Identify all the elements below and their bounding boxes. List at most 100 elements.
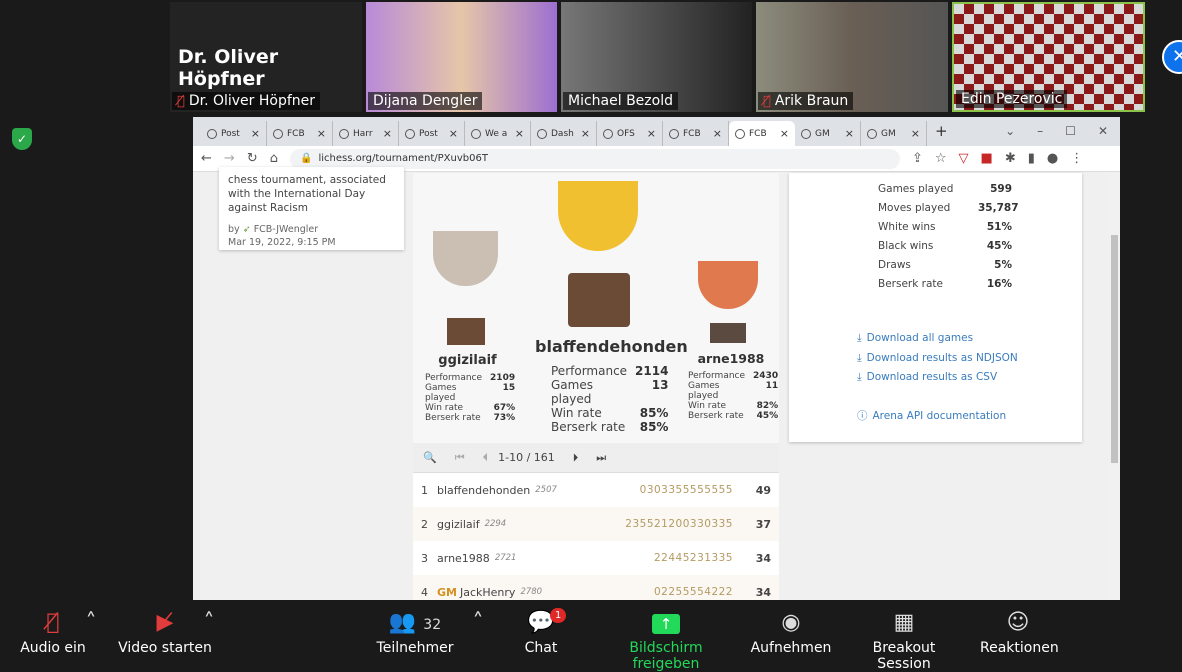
browser-tab[interactable]: GM × xyxy=(861,121,927,146)
browser-window: Post × FCB × Harr × Post × We a × Dash × OFS × FCB × FCB… xyxy=(193,117,1120,601)
close-tab-icon[interactable]: × xyxy=(581,127,590,140)
close-tab-icon[interactable]: × xyxy=(317,127,326,140)
close-tab-icon[interactable]: × xyxy=(911,127,920,140)
link-item[interactable]: ⤓ Download all games xyxy=(857,329,1018,349)
back-icon[interactable]: ← xyxy=(201,151,212,166)
close-icon[interactable]: ✕ xyxy=(1162,40,1182,74)
participant-tile[interactable]: 🎙̸ Arik Braun xyxy=(756,2,948,112)
home-icon[interactable]: ⌂ xyxy=(270,151,278,166)
audio-button[interactable]: 🎙̸ Audio ein xyxy=(20,606,86,656)
browser-tab[interactable]: Post × xyxy=(399,121,465,146)
participant-tile[interactable]: Edin Pezerovic xyxy=(952,2,1145,112)
prev-page-icon[interactable]: ⏴ xyxy=(483,451,489,465)
share-icon[interactable]: ⇪ xyxy=(912,151,923,166)
rank: 4 xyxy=(421,585,428,599)
close-tab-icon[interactable]: × xyxy=(713,127,722,140)
browser-tab[interactable]: We a × xyxy=(465,121,531,146)
link-item[interactable]: ⤓ Download results as CSV xyxy=(857,368,1018,388)
chat-button[interactable]: 💬 1 Chat xyxy=(520,606,567,656)
close-window-icon[interactable]: ✕ xyxy=(1098,124,1108,138)
browser-tab[interactable]: OFS × xyxy=(597,121,663,146)
player-name[interactable]: JackHenry xyxy=(460,586,515,599)
score-sheet: 02255554222 xyxy=(654,586,733,598)
breakout-button[interactable]: ▦ Breakout Session xyxy=(846,606,962,672)
author-link[interactable]: FCB-JWengler xyxy=(254,224,319,235)
stat-label: Berserk rate xyxy=(878,278,943,290)
table-row[interactable]: 1 blaffendehonden 2507 0303355555555 49 xyxy=(413,473,779,507)
mic-muted-icon: 🎙̸ xyxy=(177,93,185,109)
url-input[interactable]: 🔒 lichess.org/tournament/PXuvb06T xyxy=(289,148,900,169)
close-tab-icon[interactable]: × xyxy=(845,127,854,140)
table-row[interactable]: 3 arne1988 2721 22445231335 34 xyxy=(413,541,779,575)
close-tab-icon[interactable]: × xyxy=(780,127,789,140)
stat-value: 45% xyxy=(986,240,1012,252)
player-name[interactable]: blaffendehonden xyxy=(535,337,688,356)
stat-value: 2430 xyxy=(753,371,779,381)
participants-options-caret[interactable]: ˄ xyxy=(471,606,485,640)
link-text[interactable]: Arena API documentation xyxy=(873,410,1007,422)
browser-tab[interactable]: Harr × xyxy=(333,121,399,146)
profile-avatar[interactable]: ● xyxy=(1047,151,1058,166)
stat-value: 82% xyxy=(756,401,779,411)
player-name[interactable]: arne1988 xyxy=(688,351,774,366)
participants-button[interactable]: 👥 32 Teilnehmer xyxy=(376,606,454,656)
next-page-icon[interactable]: ⏵ xyxy=(573,451,579,465)
player-title: GM xyxy=(437,585,457,599)
close-tab-icon[interactable]: × xyxy=(515,127,524,140)
browser-tab[interactable]: Post × xyxy=(201,121,267,146)
close-tab-icon[interactable]: × xyxy=(251,127,260,140)
sidepanel-icon[interactable]: ▮ xyxy=(1028,151,1035,166)
last-page-icon[interactable]: ⏭ xyxy=(596,451,606,465)
extension-shield-icon[interactable]: ▽ xyxy=(959,151,969,166)
pdf-extension-icon[interactable]: ■ xyxy=(981,151,993,166)
link-text[interactable]: Download results as CSV xyxy=(867,371,997,383)
player-name[interactable]: ggizilaif xyxy=(425,353,510,368)
tab-search-icon[interactable]: ⌄ xyxy=(1005,124,1015,138)
table-row[interactable]: 4 GM JackHenry 2780 02255554222 34 xyxy=(413,575,779,601)
scrollbar[interactable] xyxy=(1109,173,1120,601)
video-options-caret[interactable]: ˄ xyxy=(202,606,216,640)
breakout-label: Breakout Session xyxy=(872,640,936,672)
mic-muted-icon: 🎙̸ xyxy=(46,610,60,635)
minimize-icon[interactable]: – xyxy=(1037,124,1043,138)
player-name[interactable]: ggizilaif xyxy=(437,518,480,531)
star-icon[interactable]: ☆ xyxy=(935,151,947,166)
record-button[interactable]: ◉ Aufnehmen xyxy=(750,606,832,656)
player-name[interactable]: arne1988 xyxy=(437,552,490,565)
link-item[interactable]: ⤓ Download results as NDJSON xyxy=(857,349,1018,369)
puzzle-icon[interactable]: ✱ xyxy=(1005,151,1016,166)
tab-title: GM xyxy=(881,128,896,139)
link-text[interactable]: Download all games xyxy=(867,332,973,344)
table-row[interactable]: 2 ggizilaif 2294 235521200330335 37 xyxy=(413,507,779,541)
close-tab-icon[interactable]: × xyxy=(647,127,656,140)
browser-tab[interactable]: Dash × xyxy=(531,121,597,146)
audio-options-caret[interactable]: ˄ xyxy=(84,606,98,640)
maximize-icon[interactable]: ☐ xyxy=(1065,124,1076,138)
total-score: 49 xyxy=(755,483,771,497)
browser-tab[interactable]: FCB × xyxy=(729,121,795,146)
close-tab-icon[interactable]: × xyxy=(383,127,392,140)
browser-tab[interactable]: FCB × xyxy=(267,121,333,146)
reload-icon[interactable]: ↻ xyxy=(247,151,258,166)
browser-tab[interactable]: GM × xyxy=(795,121,861,146)
participant-tile[interactable]: Dijana Dengler xyxy=(366,2,557,112)
player-name[interactable]: blaffendehonden xyxy=(437,484,530,497)
reactions-button[interactable]: ☺ Reaktionen xyxy=(980,606,1059,656)
security-shield-icon[interactable]: ✓ xyxy=(12,128,32,150)
search-icon[interactable]: 🔍 xyxy=(423,451,437,464)
link-text[interactable]: Download results as NDJSON xyxy=(867,352,1018,364)
scrollbar-thumb[interactable] xyxy=(1111,235,1118,463)
first-page-icon[interactable]: ⏮ xyxy=(455,451,465,465)
close-tab-icon[interactable]: × xyxy=(449,127,458,140)
participant-tile[interactable]: Dr. Oliver Höpfner 🎙̸ Dr. Oliver Höpfner xyxy=(170,2,362,112)
link-item[interactable]: ⓘ Arena API documentation xyxy=(857,407,1018,427)
browser-tab[interactable]: FCB × xyxy=(663,121,729,146)
share-screen-button[interactable]: ↑ Bildschirm freigeben xyxy=(596,606,736,672)
stat-value: 599 xyxy=(990,183,1012,195)
menu-icon[interactable]: ⋮ xyxy=(1070,151,1083,166)
forward-icon[interactable]: → xyxy=(224,151,235,166)
video-button[interactable]: ▶̸ Video starten xyxy=(118,606,212,656)
new-tab-icon[interactable]: + xyxy=(927,122,956,146)
participant-tile[interactable]: Michael Bezold xyxy=(561,2,752,112)
audio-label: Audio ein xyxy=(20,640,86,656)
